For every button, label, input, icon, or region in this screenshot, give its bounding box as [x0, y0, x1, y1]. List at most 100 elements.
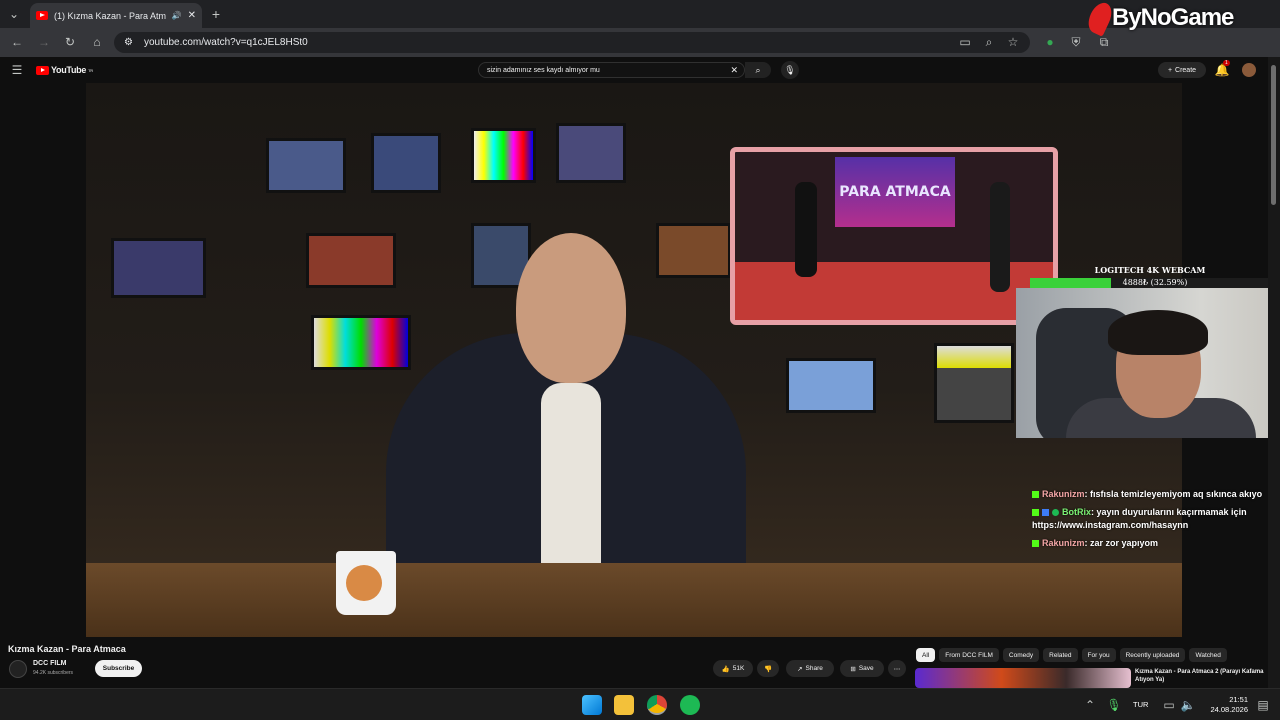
- zoom-icon[interactable]: ⌕: [981, 34, 997, 50]
- install-app-icon[interactable]: ▭: [957, 34, 973, 50]
- chip-all[interactable]: All: [916, 648, 936, 662]
- shield-extension-icon[interactable]: ⛨: [1068, 34, 1084, 50]
- close-tab-icon[interactable]: ✕: [188, 10, 196, 21]
- forward-icon[interactable]: →: [36, 34, 52, 50]
- avatar[interactable]: [1242, 63, 1256, 77]
- kick-badge-icon: [1032, 491, 1039, 499]
- youtube-header: ☰ YouTube TR sizin adamınız ses kaydı al…: [0, 57, 1268, 83]
- background-tv: [471, 128, 536, 183]
- menu-icon[interactable]: ☰: [9, 62, 25, 78]
- kick-badge-icon: [1032, 509, 1039, 517]
- browser-tab[interactable]: (1) Kızma Kazan - Para Atmaca 🔊 ✕: [30, 3, 202, 28]
- recommendation-filter-chips: All From DCC FILM Comedy Related For you…: [916, 648, 1227, 662]
- more-actions-button[interactable]: ⋯: [888, 660, 906, 677]
- dislike-button[interactable]: 👎: [757, 660, 779, 677]
- channel-name[interactable]: DCC FILM: [33, 660, 66, 667]
- bot-badge-icon: [1042, 509, 1049, 517]
- back-icon[interactable]: ←: [9, 34, 25, 50]
- chat-text: : zar zor yapıyom: [1084, 538, 1159, 548]
- verified-badge-icon: [1052, 509, 1059, 517]
- chat-username: Rakunizm: [1042, 489, 1085, 499]
- share-icon: ↗: [797, 665, 803, 673]
- thumbs-down-icon: 👎: [763, 665, 773, 673]
- channel-avatar[interactable]: [9, 660, 27, 678]
- windows-start-icon[interactable]: [582, 695, 602, 715]
- subscribe-button[interactable]: Subscribe: [95, 660, 142, 677]
- tray-clock[interactable]: 21:51 24.08.2026: [1202, 695, 1248, 715]
- scrollbar-thumb[interactable]: [1271, 65, 1276, 205]
- presenter-head: [516, 233, 626, 383]
- background-tv: [656, 223, 731, 278]
- chrome-icon[interactable]: [647, 695, 667, 715]
- host-figure: [795, 182, 817, 277]
- search-input[interactable]: sizin adamınız ses kaydı almıyor mu ✕: [478, 62, 745, 78]
- youtube-logo-text: YouTube: [51, 65, 87, 75]
- chip-recently-uploaded[interactable]: Recently uploaded: [1119, 648, 1186, 662]
- file-explorer-icon[interactable]: [614, 695, 634, 715]
- chat-message: Rakunizm: fısfısla temizleyemiyom aq sık…: [1032, 488, 1280, 501]
- clear-search-icon[interactable]: ✕: [730, 65, 738, 76]
- video-info-section: Kızma Kazan - Para Atmaca DCC FILM 94.2K…: [0, 637, 1268, 688]
- chip-for-you[interactable]: For you: [1081, 648, 1116, 662]
- background-tv: [266, 138, 346, 193]
- save-icon: ⊞: [850, 665, 856, 673]
- chat-message: Rakunizm: zar zor yapıyom: [1032, 537, 1280, 550]
- notification-center-icon[interactable]: ▤: [1255, 697, 1271, 713]
- url-text: youtube.com/watch?v=q1cJEL8HSt0: [144, 37, 308, 48]
- chat-overlay: Rakunizm: fısfısla temizleyemiyom aq sık…: [1032, 488, 1280, 555]
- desk: [86, 563, 1182, 637]
- voice-search-button[interactable]: 🎙: [781, 61, 799, 79]
- donation-progress-text: 4888₺ (32.59%): [1122, 278, 1188, 287]
- background-laptop: [786, 358, 876, 413]
- background-tv: [934, 343, 1014, 423]
- save-button[interactable]: ⊞ Save: [840, 660, 884, 677]
- windows-taskbar: ⌃ 🎙 TUR ▭ 🔈 21:51 24.08.2026 ▤: [0, 688, 1280, 720]
- tab-list-icon[interactable]: ⌄: [6, 6, 22, 22]
- background-tv: [556, 123, 626, 183]
- chip-watched[interactable]: Watched: [1189, 648, 1227, 662]
- page-scrollbar[interactable]: [1268, 57, 1280, 688]
- recommended-video-title[interactable]: Kızma Kazan - Para Atmaca 2 (Parayı Kafa…: [1135, 668, 1267, 684]
- recommended-video-thumbnail[interactable]: [915, 668, 1131, 688]
- new-tab-icon[interactable]: +: [208, 6, 224, 22]
- tray-time: 21:51: [1229, 695, 1248, 704]
- create-button[interactable]: + Create: [1158, 62, 1206, 78]
- save-label: Save: [858, 665, 874, 672]
- create-label: Create: [1175, 66, 1197, 74]
- spotify-icon[interactable]: [680, 695, 700, 715]
- site-info-icon[interactable]: ⚙: [124, 37, 133, 48]
- microphone-icon: 🎙: [784, 64, 796, 75]
- chip-from-channel[interactable]: From DCC FILM: [939, 648, 999, 662]
- share-button[interactable]: ↗ Share: [786, 660, 834, 677]
- video-title: Kızma Kazan - Para Atmaca: [8, 644, 126, 654]
- bynogame-watermark: ByNoGame: [1084, 0, 1234, 37]
- extensions-puzzle-icon[interactable]: ⧉: [1096, 34, 1112, 50]
- youtube-logo[interactable]: YouTube TR: [36, 65, 93, 75]
- address-bar[interactable]: ⚙ youtube.com/watch?v=q1cJEL8HSt0: [114, 32, 1030, 53]
- chat-message: BotRix: yayın duyurularını kaçırmamak iç…: [1032, 506, 1280, 532]
- like-button[interactable]: 👍 51K: [713, 660, 753, 677]
- search-button[interactable]: ⌕: [745, 62, 771, 78]
- volume-icon[interactable]: 🔈: [1180, 697, 1196, 713]
- bookmark-star-icon[interactable]: ☆: [1005, 34, 1021, 50]
- coffee-mug: [336, 551, 396, 615]
- reload-icon[interactable]: ↻: [62, 34, 78, 50]
- speaker-icon[interactable]: 🔊: [172, 11, 182, 20]
- youtube-logo-icon: [36, 65, 49, 75]
- thumbs-up-icon: 👍: [721, 665, 730, 673]
- chip-related[interactable]: Related: [1043, 648, 1078, 662]
- share-label: Share: [805, 665, 823, 672]
- inset-video-clip: PARA ATMACA: [730, 147, 1058, 325]
- background-tv: [111, 238, 206, 298]
- notification-badge: 1: [1223, 60, 1230, 66]
- more-icon: ⋯: [893, 665, 901, 673]
- streamer-hair: [1108, 310, 1208, 355]
- chip-comedy[interactable]: Comedy: [1002, 648, 1040, 662]
- network-icon[interactable]: ▭: [1161, 697, 1177, 713]
- home-icon[interactable]: ⌂: [89, 34, 105, 50]
- extension-icon[interactable]: ●: [1042, 34, 1058, 50]
- tray-chevron-icon[interactable]: ⌃: [1082, 697, 1098, 713]
- input-language[interactable]: TUR: [1133, 700, 1148, 709]
- tray-microphone-icon[interactable]: 🎙: [1106, 697, 1122, 713]
- like-count: 51K: [732, 665, 745, 672]
